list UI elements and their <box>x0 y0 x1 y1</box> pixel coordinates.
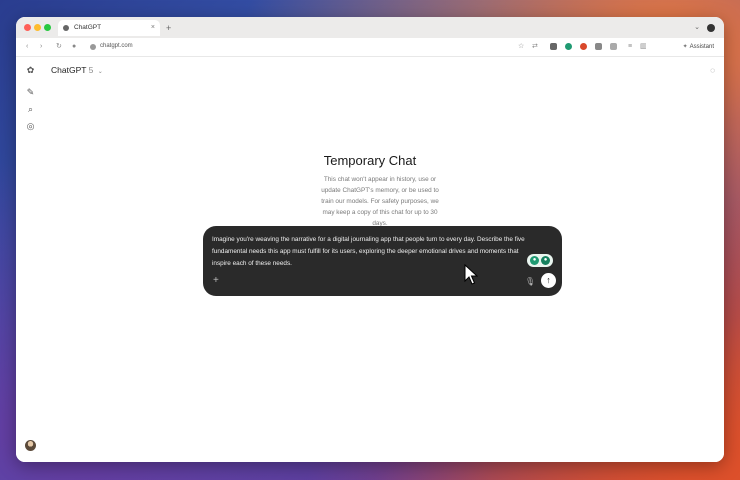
message-composer[interactable]: Imagine you're weaving the narrative for… <box>203 226 562 296</box>
sidebar-icon[interactable]: ▥ <box>640 42 647 52</box>
share-icon[interactable]: ⇄ <box>532 42 538 52</box>
address-bar: ‹ › ↻ ● chatgpt.com ☆ ⇄ ≡ ▥ ✦ Assistant <box>16 38 724 57</box>
send-arrow-icon: ↑ <box>546 275 551 285</box>
extension-icon[interactable] <box>550 43 557 50</box>
tab-bar: ChatGPT × + ⌄ <box>16 17 724 38</box>
avatar[interactable] <box>25 440 36 451</box>
url-field[interactable]: chatgpt.com <box>100 43 133 49</box>
extension-puzzle-icon[interactable] <box>610 43 617 50</box>
chevron-down-icon: ⌄ <box>97 69 103 75</box>
assistant-button[interactable]: ✦ Assistant <box>683 42 714 52</box>
model-selector[interactable]: ChatGPT 5 ⌄ <box>51 65 103 75</box>
model-version: 5 <box>88 65 94 75</box>
send-button[interactable]: ↑ <box>541 273 556 288</box>
tab-chatgpt[interactable]: ChatGPT × <box>58 20 160 36</box>
close-tab-button[interactable]: × <box>151 20 155 36</box>
mic-icon[interactable]: 🎙 <box>525 277 535 287</box>
ghost-icon[interactable]: ◌ <box>710 66 715 75</box>
chatgpt-favicon-icon <box>63 25 69 31</box>
temporary-chat-description: This chat won't appear in history, use o… <box>321 176 439 227</box>
page-title: Temporary Chat <box>323 153 417 168</box>
openai-logo-icon[interactable]: ✿ <box>25 65 36 76</box>
mic-browser-icon[interactable]: ● <box>72 42 76 52</box>
grammarly-extension-icon[interactable] <box>565 43 572 50</box>
extension-grid-icon[interactable] <box>595 43 602 50</box>
tab-list-chevron-icon[interactable]: ⌄ <box>694 20 700 36</box>
grammarly-icon: ● <box>530 256 539 265</box>
reload-icon[interactable]: ↻ <box>56 42 62 52</box>
chatgpt-app: ✿ ✎ ⌕ ◎ ChatGPT 5 ⌄ ◌ Temporary Chat Thi… <box>16 57 724 462</box>
search-icon[interactable]: ⌕ <box>25 104 36 115</box>
bookmark-star-icon[interactable]: ☆ <box>518 42 524 52</box>
assistant-icon: ✦ <box>682 44 688 50</box>
library-icon[interactable]: ◎ <box>25 121 36 132</box>
tab-title: ChatGPT <box>74 24 102 31</box>
browser-window: ChatGPT × + ⌄ ‹ › ↻ ● chatgpt.com ☆ ⇄ ≡ … <box>16 17 724 462</box>
model-name: ChatGPT <box>51 65 87 75</box>
forward-icon[interactable]: › <box>40 42 42 52</box>
extension-red-icon[interactable] <box>580 43 587 50</box>
site-info-icon[interactable] <box>90 44 96 50</box>
grammarly-suggestion-icon: ● <box>541 256 550 265</box>
new-tab-button[interactable]: + <box>166 20 171 36</box>
back-icon[interactable]: ‹ <box>26 42 28 52</box>
mouse-cursor-icon <box>464 264 478 285</box>
menu-icon[interactable]: ≡ <box>628 42 632 52</box>
new-chat-icon[interactable]: ✎ <box>25 87 36 98</box>
maximize-window-button[interactable] <box>44 24 51 31</box>
close-window-button[interactable] <box>24 24 31 31</box>
profile-icon[interactable] <box>707 24 715 32</box>
prompt-input[interactable]: Imagine you're weaving the narrative for… <box>212 234 532 270</box>
minimize-window-button[interactable] <box>34 24 41 31</box>
grammarly-badge[interactable]: ● ● <box>527 254 553 267</box>
plus-icon[interactable]: + <box>213 276 219 286</box>
